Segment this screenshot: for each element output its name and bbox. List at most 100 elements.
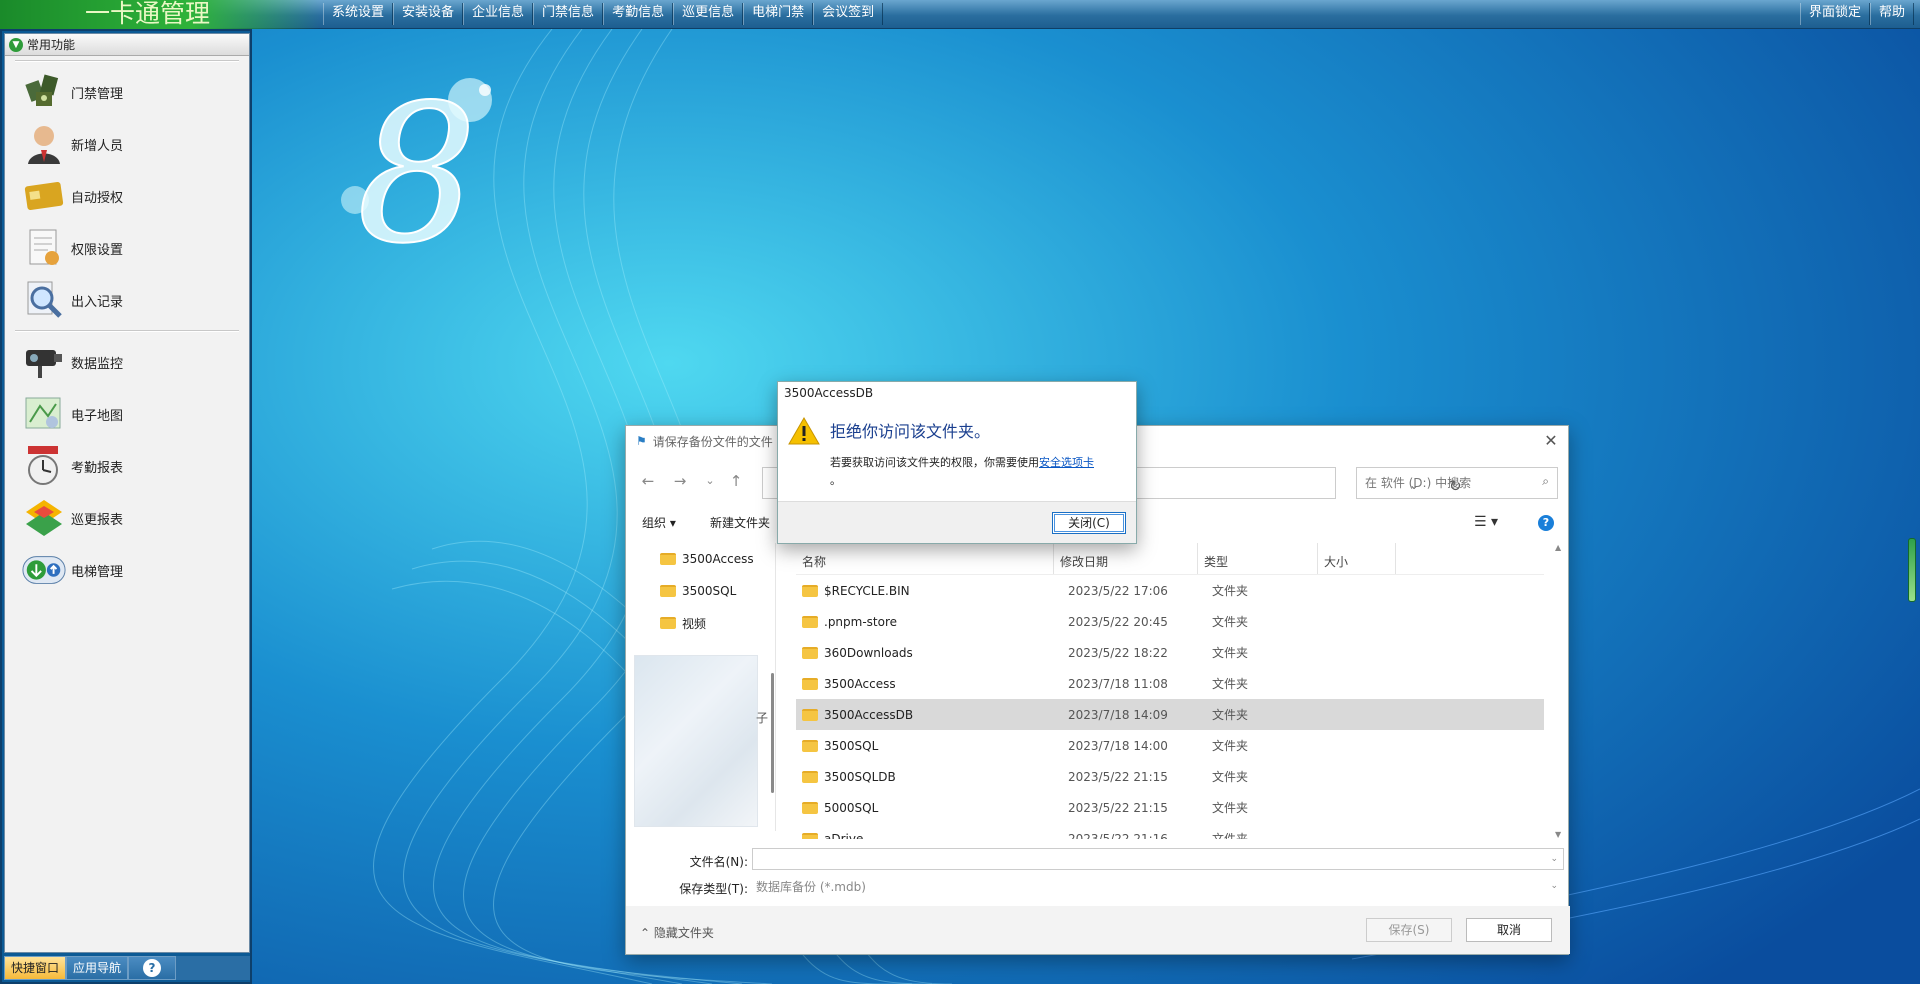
filetype-select[interactable]: 数据库备份 (*.mdb) [752, 875, 1564, 897]
security-tab-link[interactable]: 安全选项卡 [1039, 456, 1094, 469]
nav-folder-item[interactable]: 3500Access [626, 543, 775, 575]
back-arrow-icon[interactable]: ← [638, 471, 658, 491]
cancel-button[interactable]: 取消 [1466, 918, 1552, 942]
file-row[interactable]: 3500SQLDB 2023/5/22 21:15 文件夹 [796, 761, 1544, 792]
sidebar-item-attendance-report[interactable]: 考勤报表 [5, 440, 249, 492]
side-panel: ▼ 常用功能 门禁管理 新增人员 自动授权 权限设置 出入记录 数据监控 电子地… [0, 29, 252, 984]
search-input[interactable]: 在 软件 (D:) 中搜索 ⌕ [1356, 467, 1558, 499]
panel-bottom-tabs: 快捷窗口 应用导航 ? [4, 956, 250, 980]
column-date[interactable]: 修改日期 [1054, 543, 1198, 574]
column-name[interactable]: 名称 [796, 543, 1054, 574]
sidebar-item-patrol-report[interactable]: 巡更报表 [5, 492, 249, 544]
folder-icon [802, 677, 818, 690]
access-denied-dialog: 3500AccessDB 拒绝你访问该文件夹。 若要获取访问该文件夹的权限，你需… [777, 381, 1137, 544]
file-name: 3500Access [824, 676, 896, 691]
sidebar-item-data-monitor[interactable]: 数据监控 [5, 336, 249, 388]
svg-text:8: 8 [357, 70, 478, 270]
sidebar-item-label: 权限设置 [71, 242, 124, 258]
resize-handle[interactable] [1908, 538, 1916, 602]
file-row[interactable]: 3500SQL 2023/7/18 14:00 文件夹 [796, 730, 1544, 761]
recent-dropdown-icon[interactable]: ⌄ [700, 471, 720, 491]
file-name-cell: 3500Access [796, 677, 1060, 691]
logo-eight-graphic: 8 [341, 70, 492, 270]
file-row[interactable]: aDrive 2023/5/22 21:16 文件夹 [796, 823, 1544, 839]
filename-input[interactable] [752, 848, 1564, 870]
help-icon[interactable]: ? [1538, 515, 1554, 531]
file-type: 文件夹 [1212, 770, 1249, 784]
nav-partial-label: 子 [756, 711, 769, 725]
sidebar-item-label: 门禁管理 [71, 86, 124, 102]
file-row[interactable]: 5000SQL 2023/5/22 21:15 文件夹 [796, 792, 1544, 823]
column-type[interactable]: 类型 [1198, 543, 1318, 574]
organize-button[interactable]: 组织 ▾ [642, 514, 676, 531]
menu-help[interactable]: 帮助 [1869, 3, 1914, 25]
file-list-scrollbar[interactable]: ▲ ▼ [1554, 543, 1564, 839]
sidebar-item-door-access[interactable]: 门禁管理 [5, 66, 249, 118]
menu-elevator-access[interactable]: 电梯门禁 [743, 3, 814, 25]
file-list: 名称 修改日期 类型 大小 $RECYCLE.BIN 2023/5/22 17:0… [796, 543, 1544, 839]
nav-folder-label: 视频 [682, 616, 707, 631]
menu-access-info[interactable]: 门禁信息 [533, 3, 604, 25]
navigation-pane: 3500Access 3500SQL 视频 子 [626, 543, 776, 831]
sidebar-item-access-records[interactable]: 出入记录 [5, 274, 249, 326]
close-button[interactable]: 关闭(C) [1052, 512, 1126, 534]
flag-icon: ⚑ [636, 434, 647, 448]
dialog-footer: ⌃ 隐藏文件夹 保存(S) 取消 [626, 906, 1570, 954]
scroll-down-icon[interactable]: ▼ [1555, 830, 1561, 839]
menu-install-devices[interactable]: 安装设备 [393, 3, 464, 25]
file-row[interactable]: 3500Access 2023/7/18 11:08 文件夹 [796, 668, 1544, 699]
camera-icon [21, 341, 67, 383]
app-title: 一卡通管理 [0, 0, 320, 29]
tab-quick-window[interactable]: 快捷窗口 [4, 956, 67, 980]
sidebar-item-permission-settings[interactable]: 权限设置 [5, 222, 249, 274]
sidebar-item-add-person[interactable]: 新增人员 [5, 118, 249, 170]
nav-folder-label: 3500Access [682, 552, 754, 566]
hide-folders-toggle[interactable]: ⌃ 隐藏文件夹 [640, 924, 714, 941]
divider [15, 330, 239, 332]
file-date: 2023/5/22 21:16 [1068, 831, 1168, 840]
tab-help[interactable]: ? [128, 956, 177, 980]
menu-lock-interface[interactable]: 界面锁定 [1799, 3, 1870, 25]
map-icon [21, 393, 67, 435]
help-icon: ? [143, 959, 162, 977]
close-icon[interactable]: ✕ [1540, 430, 1562, 452]
new-folder-button[interactable]: 新建文件夹 [710, 514, 770, 531]
menu-meeting-signin[interactable]: 会议签到 [813, 3, 884, 25]
file-row[interactable]: 3500AccessDB 2023/7/18 14:09 文件夹 [796, 699, 1544, 730]
collapse-toggle-icon[interactable]: ▼ [9, 37, 23, 52]
file-date: 2023/7/18 14:09 [1068, 707, 1168, 722]
sidebar-item-auto-authorize[interactable]: 自动授权 [5, 170, 249, 222]
menu-company-info[interactable]: 企业信息 [463, 3, 534, 25]
file-name-cell: aDrive [796, 832, 1060, 839]
chevron-down-icon[interactable]: ⌄ [1550, 854, 1558, 864]
sidebar-item-electronic-map[interactable]: 电子地图 [5, 388, 249, 440]
tab-app-navigation[interactable]: 应用导航 [66, 956, 129, 980]
file-name-cell: 3500SQL [796, 739, 1060, 753]
file-type: 文件夹 [1212, 584, 1249, 598]
panel-header[interactable]: ▼ 常用功能 [5, 34, 249, 56]
scroll-up-icon[interactable]: ▲ [1555, 543, 1561, 552]
up-arrow-icon[interactable]: ↑ [726, 471, 746, 491]
file-type: 文件夹 [1212, 677, 1249, 691]
file-row[interactable]: 360Downloads 2023/5/22 18:22 文件夹 [796, 637, 1544, 668]
file-row[interactable]: .pnpm-store 2023/5/22 20:45 文件夹 [796, 606, 1544, 637]
file-row[interactable]: $RECYCLE.BIN 2023/5/22 17:06 文件夹 [796, 575, 1544, 606]
file-date: 2023/5/22 20:45 [1068, 614, 1168, 629]
menu-patrol-info[interactable]: 巡更信息 [673, 3, 744, 25]
view-options-icon[interactable]: ☰ ▾ [1474, 514, 1498, 530]
nav-folder-item[interactable]: 视频 [626, 607, 775, 639]
chevron-down-icon[interactable]: ⌄ [1550, 881, 1558, 891]
forward-arrow-icon[interactable]: → [670, 471, 690, 491]
filename-row: 文件名(N): ⌄ [626, 848, 1570, 874]
column-size[interactable]: 大小 [1318, 543, 1396, 574]
file-date: 2023/7/18 11:08 [1068, 676, 1168, 691]
clock-icon [21, 445, 67, 487]
menu-attendance-info[interactable]: 考勤信息 [603, 3, 674, 25]
sidebar-item-elevator-management[interactable]: 电梯管理 [5, 544, 249, 596]
search-icon: ⌕ [1542, 474, 1549, 488]
nav-folder-item[interactable]: 3500SQL [626, 575, 775, 607]
file-rows: $RECYCLE.BIN 2023/5/22 17:06 文件夹 .pnpm-stor… [796, 575, 1544, 839]
menu-system-settings[interactable]: 系统设置 [323, 3, 394, 25]
save-button[interactable]: 保存(S) [1366, 918, 1452, 942]
nav-scrollbar[interactable] [771, 673, 774, 793]
